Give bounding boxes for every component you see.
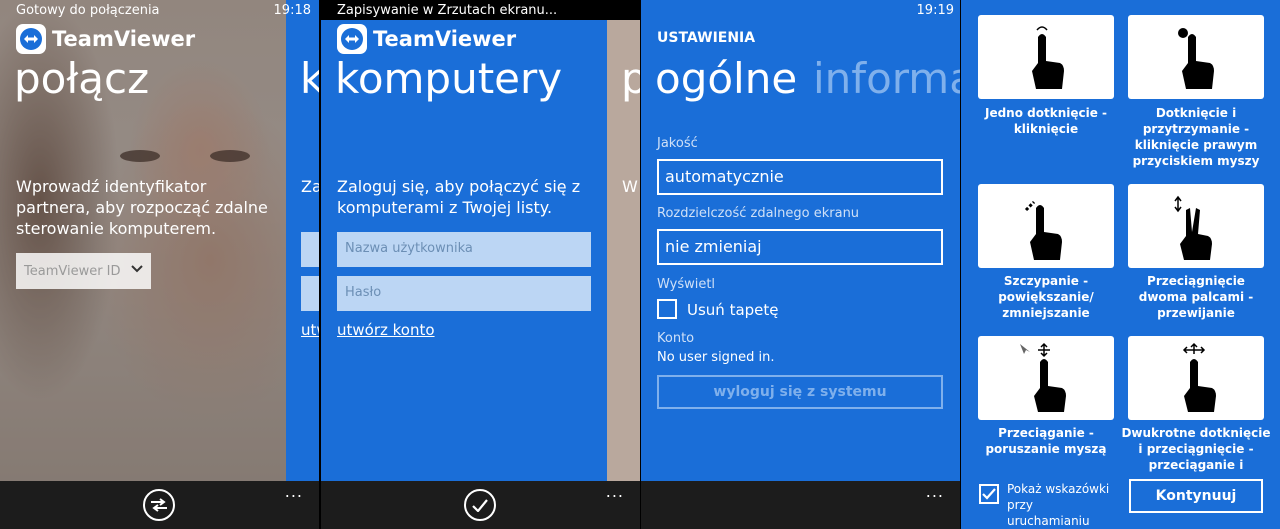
two-finger-drag-icon [1174,195,1212,260]
connect-button[interactable] [143,489,175,521]
next-pivot-title[interactable]: k [300,58,319,100]
peek-text: W [622,177,638,196]
screen-computers: Zapisywanie w Zrzutach ekranu... p W Tea… [321,0,640,529]
app-bar: ... [0,481,319,529]
gesture-card-two-finger-drag [1128,184,1264,268]
gesture-card-single-tap [978,15,1114,99]
drag-icon [1020,342,1066,412]
next-pivot-title[interactable]: p [621,58,640,100]
resolution-label: Rozdzielczość zdalnego ekranu [657,206,860,221]
more-menu-icon[interactable]: ... [926,484,944,500]
teamviewer-logo-icon [16,24,46,54]
screen-gesture-help: Jedno dotknięcie - kliknięcie Dotknięcie… [961,0,1280,529]
app-bar: ... [641,481,960,529]
teamviewer-logo-icon [337,24,367,54]
clock: 19:18 [273,3,311,18]
app-bar: ... [321,481,640,529]
show-hints-label: Pokaż wskazówki przy uruchamianiu [1007,482,1110,528]
remove-wallpaper-label: Usuń tapetę [687,301,779,319]
logo-text: TeamViewer [373,27,517,51]
gesture-label: Jedno dotknięcie - kliknięcie [984,106,1108,136]
account-status: No user signed in. [657,350,775,365]
quality-select[interactable]: automatycznie [657,159,943,195]
chevron-down-icon[interactable] [131,265,143,273]
peek-text: Zalo [301,177,319,196]
app-logo: TeamViewer [337,24,516,54]
gesture-card-drag [978,336,1114,420]
account-label: Konto [657,331,695,346]
resolution-select[interactable]: nie zmieniaj [657,229,943,265]
gesture-label: Przeciąganie - poruszanie myszą [985,426,1107,456]
checkmark-icon [982,488,996,500]
swap-arrows-icon [151,498,167,512]
peek-input [301,276,319,311]
quality-label: Jakość [657,136,698,151]
show-hints-checkbox[interactable] [979,484,999,504]
confirm-button[interactable] [464,489,496,521]
username-input[interactable]: Nazwa użytkownika [337,232,591,267]
single-tap-icon [1032,26,1064,89]
more-menu-icon[interactable]: ... [606,484,624,500]
settings-header: USTAWIENIA [657,30,756,46]
peek-link: utwo [301,321,319,339]
gesture-label: Dwukrotne dotknięcie i przeciągnięcie - … [1121,426,1271,472]
partner-id-input[interactable]: TeamViewer ID [16,253,151,289]
tab-information[interactable]: informa [813,58,960,100]
partner-id-placeholder: TeamViewer ID [24,263,121,279]
gesture-card-double-tap-drag [1128,336,1264,420]
gesture-label: Przeciągnięcie dwoma palcami - przewijan… [1138,274,1254,320]
app-logo: TeamViewer [16,24,195,54]
peek-input [301,232,319,267]
gesture-label: Dotknięcie i przytrzymanie - kliknięcie … [1132,106,1260,168]
checkmark-icon [472,498,488,512]
instructions-text: Wprowadź identyfikator partnera, aby roz… [16,177,268,238]
more-menu-icon[interactable]: ... [285,484,303,500]
status-text: Gotowy do połączenia [16,3,160,18]
page-title: komputery [335,54,563,103]
logo-text: TeamViewer [52,27,196,51]
status-text: Zapisywanie w Zrzutach ekranu... [337,3,558,18]
continue-button[interactable]: Kontynuuj [1129,479,1263,513]
instructions-text: Zaloguj się, aby połączyć się z komputer… [337,177,581,217]
logout-button[interactable]: wyloguj się z systemu [657,375,943,409]
remove-wallpaper-checkbox[interactable] [657,299,677,319]
gesture-label: Szczypanie - powiększanie/ zmniejszanie [998,274,1094,320]
tab-general[interactable]: ogólne [655,58,797,100]
screen-connect: Gotowy do połączenia 19:18 TeamViewer po… [0,0,319,529]
gesture-card-tap-hold [1128,15,1264,99]
page-title: połącz [14,54,150,103]
password-input[interactable]: Hasło [337,276,591,311]
tap-hold-icon [1178,28,1214,89]
clock: 19:19 [916,3,954,18]
display-label: Wyświetl [657,277,716,292]
gesture-card-pinch [978,184,1114,268]
screen-settings: 19:19 USTAWIENIA ogólne informa Jakość a… [641,0,960,529]
double-tap-drag-icon [1182,342,1216,412]
create-account-link[interactable]: utwórz konto [337,321,435,339]
pinch-icon [1024,200,1062,260]
